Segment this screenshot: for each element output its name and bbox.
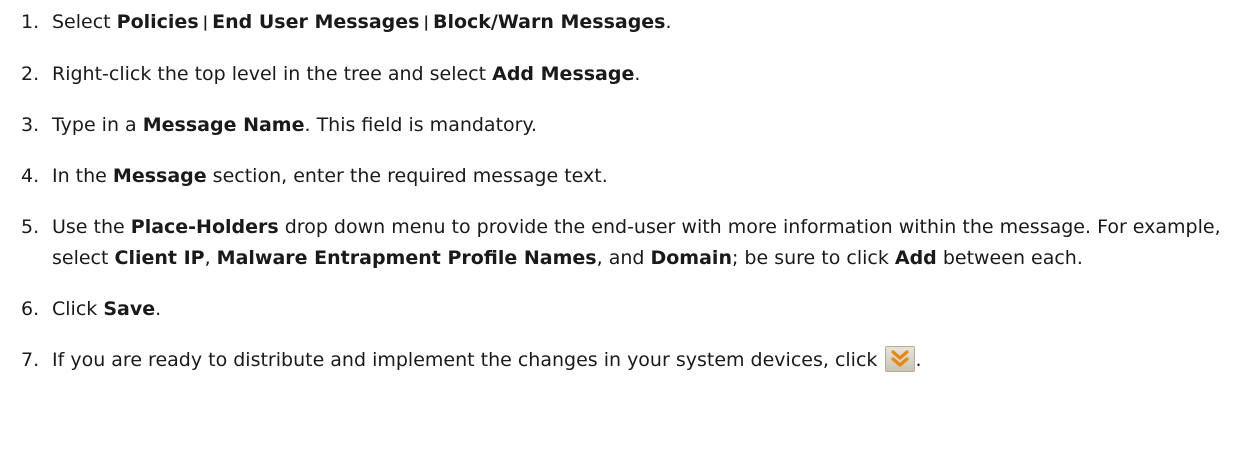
ui-term-message-name: Message Name bbox=[142, 114, 305, 136]
deploy-changes-icon bbox=[885, 346, 916, 372]
ui-term-domain: Domain bbox=[650, 247, 732, 269]
step-number: 7. bbox=[21, 349, 40, 371]
ui-term-add: Add bbox=[894, 247, 937, 269]
path-separator: | bbox=[202, 13, 209, 31]
step-6: 6. Click Save. bbox=[21, 294, 1221, 325]
step-number: 1. bbox=[21, 11, 40, 33]
step-number: 2. bbox=[21, 63, 40, 85]
ui-term-client-ip: Client IP bbox=[114, 247, 205, 269]
step-4: 4. In the Message section, enter the req… bbox=[21, 161, 1221, 192]
ui-term-save: Save bbox=[103, 298, 156, 320]
path-separator: | bbox=[423, 13, 429, 31]
ui-term-policies: Policies bbox=[116, 11, 199, 33]
step-text: Click Save. bbox=[52, 298, 162, 320]
step-text: If you are ready to distribute and imple… bbox=[52, 345, 1221, 376]
step-1: 1. Select Policies | End User Messages | Blo… bbox=[21, 7, 1221, 39]
step-text: Select Policies | End User Messages | Block/… bbox=[52, 7, 1221, 39]
step-7: 7. If you are ready to distribute and im… bbox=[21, 345, 1221, 376]
step-text: Type in a Message Name. This field is ma… bbox=[52, 114, 538, 136]
ui-term-add-message: Add Message bbox=[492, 63, 635, 85]
ui-term-malware-entrapment-profile-names: Malware Entrapment Profile Names bbox=[216, 247, 597, 269]
step-number: 4. bbox=[21, 165, 40, 187]
ui-term-end-user-messages: End User Messages bbox=[212, 11, 420, 33]
ui-term-place-holders: Place-Holders bbox=[130, 216, 279, 238]
step-2: 2. Right-click the top level in the tree… bbox=[21, 59, 1221, 90]
step-3: 3. Type in a Message Name. This field is… bbox=[21, 110, 1221, 141]
steps-list: 1. Select Policies | End User Messages | Blo… bbox=[21, 7, 1221, 376]
step-number: 6. bbox=[21, 298, 40, 320]
instructions-document: 1. Select Policies | End User Messages | Blo… bbox=[0, 0, 1221, 376]
step-number: 5. bbox=[21, 216, 40, 238]
step-text: Use the Place-Holders drop down menu to … bbox=[52, 216, 1221, 269]
step-5: 5. Use the Place-Holders drop down menu … bbox=[21, 212, 1221, 274]
step-number: 3. bbox=[21, 114, 40, 136]
ui-term-message: Message bbox=[112, 165, 207, 187]
step-text: In the Message section, enter the requir… bbox=[52, 165, 608, 187]
step-text: Right-click the top level in the tree an… bbox=[52, 63, 641, 85]
ui-term-block-warn-messages: Block/Warn Messages bbox=[432, 11, 666, 33]
